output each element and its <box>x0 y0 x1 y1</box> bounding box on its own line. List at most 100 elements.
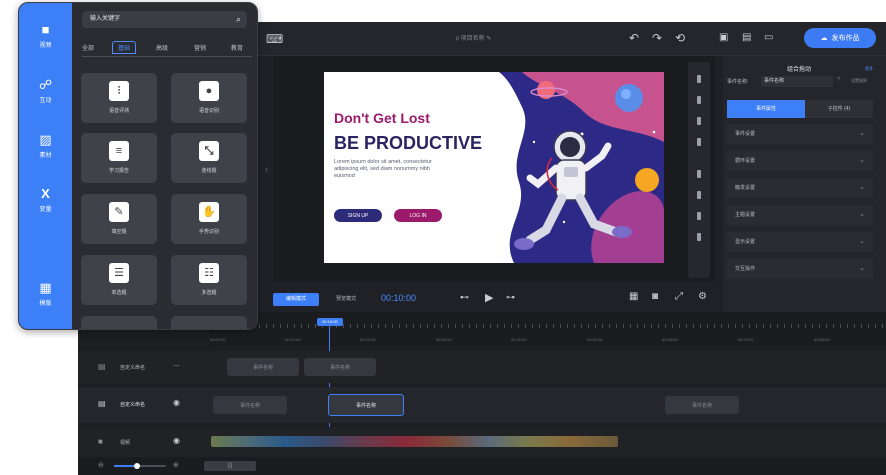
panel-title: 组合拖动 <box>787 67 812 73</box>
video-clip[interactable] <box>211 436 618 447</box>
prev-frame-icon[interactable]: ⊷ <box>460 292 469 303</box>
single-choice-icon: ☰ <box>109 263 129 283</box>
align-center-icon[interactable] <box>697 96 701 104</box>
slide-login-button[interactable]: LOG IN <box>394 209 442 222</box>
soundwave-icon: ⫶ <box>109 81 129 101</box>
component-card-partial[interactable] <box>81 316 157 329</box>
timeline-ruler[interactable]: 00:10:00 00:00:00 00:10:00 00:20:00 00:3… <box>210 312 886 346</box>
timeline-scrollbar[interactable]: ||| <box>204 461 256 471</box>
event-block-selected[interactable]: 事件名称 <box>328 394 404 416</box>
event-block[interactable]: 事件名称 <box>213 396 287 414</box>
property-panel: 组合拖动 更多 事件名称: 事件名称 ? 设置规则 事件属性 子控件 (4) 事… <box>723 56 886 316</box>
grid-icon[interactable]: ▦ <box>629 291 638 302</box>
variable-icon: X <box>41 186 50 201</box>
section-display-settings[interactable]: 显示设置 ⌄ <box>727 232 873 252</box>
section-loop-settings[interactable]: 循环设置 ⌄ <box>727 151 873 171</box>
align-top-icon[interactable] <box>697 170 701 178</box>
tab-marketing[interactable]: 营销 <box>194 43 206 52</box>
component-card[interactable]: ≡ 学习报告 <box>81 133 157 183</box>
save-as-icon[interactable]: ▤ <box>742 31 751 45</box>
event-block[interactable]: 事件名称 <box>304 358 376 376</box>
component-card[interactable]: ⫶ 语音评测 <box>81 73 157 123</box>
layers-icon[interactable]: ◙ <box>652 291 658 302</box>
search-icon[interactable]: ⌕ <box>236 11 241 28</box>
event-name-field[interactable]: 事件名称 <box>761 76 833 87</box>
redo-icon[interactable]: ↷ <box>652 31 662 45</box>
multi-choice-icon: ☷ <box>199 263 219 283</box>
align-middle-icon[interactable] <box>697 191 701 199</box>
eye-icon[interactable]: ◉ <box>173 436 180 445</box>
section-event-settings[interactable]: 事件设置 ⌄ <box>727 124 873 144</box>
align-right-icon[interactable] <box>697 117 701 125</box>
nav-item-video[interactable]: ■ 视频 <box>19 23 72 50</box>
track-label: 自定义命名 <box>120 365 146 371</box>
component-card[interactable]: ☰ 单选题 <box>81 255 157 305</box>
event-hint: 设置规则 <box>851 78 867 83</box>
component-card-partial[interactable] <box>171 316 247 329</box>
search-input[interactable]: 输入关键字 ⌕ <box>82 11 247 28</box>
component-card[interactable]: ✋ 手势识别 <box>171 194 247 244</box>
fullscreen-icon[interactable]: ⤢ <box>675 291 683 302</box>
slide-signup-button[interactable]: SIGN UP <box>334 209 382 222</box>
zoom-out-icon[interactable]: ⊖ <box>98 461 104 469</box>
play-icon[interactable]: ▶ <box>485 291 493 304</box>
event-name-label: 事件名称: <box>727 79 749 85</box>
zoom-slider-handle[interactable] <box>134 463 140 469</box>
zoom-in-icon[interactable]: ⊕ <box>173 461 179 469</box>
playback-controlbar: 编辑模式 预览模式 00:10:00 ⊷ ▶ ⊶ ▦ ◙ ⤢ ⚙ <box>273 288 715 310</box>
track-label: 自定义命名 <box>120 402 146 408</box>
align-bottom-icon[interactable] <box>697 212 701 220</box>
panel-more-link[interactable]: 更多 <box>865 66 873 72</box>
project-name[interactable]: ♯ 项目名称 ✎ <box>456 33 491 42</box>
history-icon[interactable]: ⟲ <box>675 31 685 45</box>
event-block[interactable]: 事件名称 <box>227 358 299 376</box>
tab-event-attributes[interactable]: 事件属性 <box>727 100 805 118</box>
export-icon[interactable]: ▭ <box>764 31 773 45</box>
eye-icon[interactable]: ◉ <box>173 398 180 407</box>
align-left-icon[interactable] <box>697 75 701 83</box>
chevron-down-icon: ⌄ <box>859 265 865 272</box>
help-icon[interactable]: ? <box>837 77 840 83</box>
save-icon[interactable]: ▣ <box>719 31 728 45</box>
star <box>652 130 656 134</box>
tab-subcomponents[interactable]: 子控件 (4) <box>805 100 873 118</box>
slide-preview[interactable]: Don't Get Lost BE PRODUCTIVE Lorem ipsum… <box>324 72 664 263</box>
nav-item-variable[interactable]: X 变量 <box>19 186 72 214</box>
edit-mode-button[interactable]: 编辑模式 <box>273 293 319 306</box>
collapse-panel-icon[interactable]: ‹ <box>265 164 268 174</box>
next-frame-icon[interactable]: ⊶ <box>506 292 515 303</box>
planet-spot <box>621 89 631 99</box>
track-1: ▤ 自定义命名 ⁓ 事件名称 事件名称 <box>78 351 886 383</box>
tab-education[interactable]: 教育 <box>231 43 243 52</box>
chevron-down-icon: ⌄ <box>859 238 865 245</box>
tab-advanced[interactable]: 高级 <box>156 43 168 52</box>
zoom-slider[interactable] <box>114 463 166 469</box>
section-trigger-settings[interactable]: 触发设置 ⌄ <box>727 178 873 198</box>
preview-mode-button[interactable]: 预览模式 <box>323 293 369 306</box>
ruler-labels: 00:00:00 00:10:00 00:20:00 00:30:00 00:4… <box>210 337 830 342</box>
eye-hidden-icon[interactable]: ⁓ <box>173 362 180 370</box>
chevron-down-icon: ⌄ <box>859 157 865 164</box>
playhead-label[interactable]: 00:10:00 <box>317 318 343 326</box>
chevron-down-icon: ⌄ <box>859 130 865 137</box>
section-theme-settings[interactable]: 主题设置 ⌄ <box>727 205 873 225</box>
event-block[interactable]: 事件名称 <box>665 396 739 414</box>
component-card[interactable]: ⤡ 连线题 <box>171 133 247 183</box>
nav-item-material[interactable]: ▨ 素材 <box>19 133 72 160</box>
nav-item-interaction[interactable]: ☍ 互动 <box>19 78 72 105</box>
tab-all[interactable]: 全部 <box>82 43 94 52</box>
nav-item-template[interactable]: ▦ 模版 <box>19 281 72 308</box>
section-interaction[interactable]: 交互操作 ⌄ <box>727 259 873 279</box>
alignment-toolbar <box>688 62 710 278</box>
settings-gear-icon[interactable]: ⚙ <box>698 291 707 302</box>
distribute-icon[interactable] <box>697 233 701 241</box>
edit-icon: ✎ <box>109 202 129 222</box>
undo-icon[interactable]: ↶ <box>629 31 639 45</box>
keyboard-icon[interactable]: ⌨ <box>266 32 283 46</box>
component-card[interactable]: ✎ 填空题 <box>81 194 157 244</box>
tab-basic[interactable]: 基础 <box>112 41 137 54</box>
publish-button[interactable]: ☁ 发布作品 <box>804 28 876 48</box>
component-card[interactable]: ● 语音识别 <box>171 73 247 123</box>
align-justify-icon[interactable] <box>697 138 701 146</box>
component-card[interactable]: ☷ 多选题 <box>171 255 247 305</box>
